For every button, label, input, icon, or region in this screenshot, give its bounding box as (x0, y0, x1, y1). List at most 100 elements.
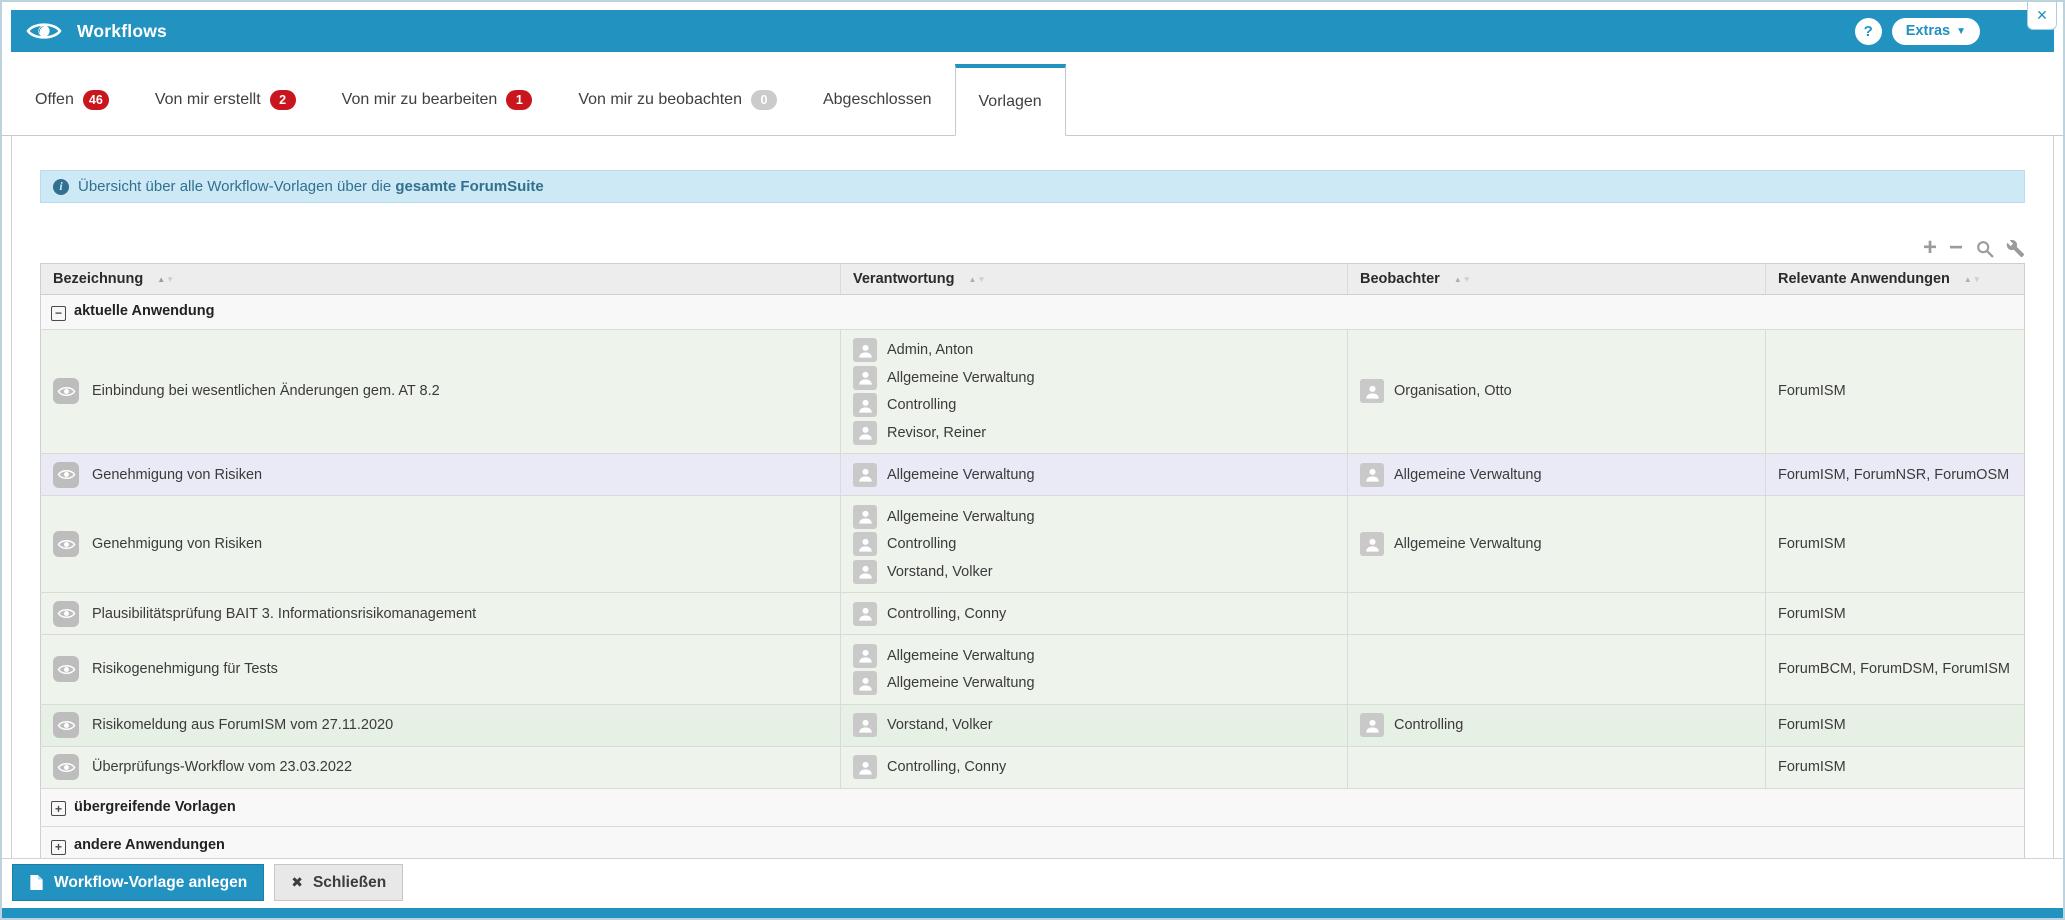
tab-von-mir-zu-beobachten[interactable]: Von mir zu beobachten 0 (555, 64, 800, 135)
observer-entry: Organisation, Otto (1360, 379, 1753, 404)
window-title: Workflows (77, 20, 167, 41)
close-dialog-button[interactable]: ✖ Schließen (274, 864, 404, 901)
collapse-all-minus-icon[interactable]: − (1949, 236, 1963, 260)
wrench-icon[interactable] (2006, 239, 2025, 258)
table-row[interactable]: Risikomeldung aus ForumISM vom 27.11.202… (40, 704, 2025, 746)
content-panel: i Übersicht über alle Workflow-Vorlagen … (11, 136, 2054, 858)
table-header: Bezeichnung ▲▼ Verantwortung ▲▼ Beobacht… (40, 263, 2025, 295)
person-icon (853, 559, 877, 584)
footer: Workflow-Vorlage anlegen ✖ Schließen (2, 858, 2063, 906)
person-name: Allgemeine Verwaltung (887, 675, 1035, 691)
person-name: Controlling (1394, 717, 1464, 733)
column-header-relevante-anwendungen[interactable]: Relevante Anwendungen ▲▼ (1765, 263, 2025, 295)
relevant-apps: ForumISM, ForumNSR, ForumOSM (1778, 466, 2010, 483)
tab-vorlagen[interactable]: Vorlagen (954, 64, 1066, 136)
table-row[interactable]: Überprüfungs-Workflow vom 23.03.2022 Cont… (40, 746, 2025, 788)
column-header-beobachter[interactable]: Beobachter ▲▼ (1347, 263, 1766, 295)
column-header-verantwortung[interactable]: Verantwortung ▲▼ (840, 263, 1348, 295)
cell-relevante-anwendungen: ForumISM (1765, 592, 2025, 635)
create-workflow-template-button[interactable]: Workflow-Vorlage anlegen (12, 864, 265, 901)
tab-offen[interactable]: Offen 46 (12, 64, 132, 135)
person-name: Vorstand, Volker (887, 563, 993, 580)
person-icon (853, 755, 877, 779)
group-row[interactable]: + übergreifende Vorlagen (40, 788, 2025, 827)
expand-group-icon[interactable]: + (51, 839, 66, 855)
tab-label: Offen (35, 90, 74, 108)
responsible-entry: Vorstand, Volker (853, 559, 1335, 584)
titlebar-wrap: Workflows ? Extras ▼ (2, 2, 2063, 52)
person-name: Allgemeine Verwaltung (887, 369, 1035, 386)
cell-bezeichnung: Genehmigung von Risiken (40, 453, 841, 496)
cell-relevante-anwendungen: ForumISM, ForumNSR, ForumOSM (1765, 453, 2025, 496)
person-icon (853, 532, 877, 556)
group-cell: + andere Anwendungen (40, 826, 2025, 858)
responsible-entry: Controlling (853, 393, 1335, 417)
workflow-eye-icon (53, 600, 79, 627)
cell-relevante-anwendungen: ForumISM (1765, 746, 2025, 788)
table-row[interactable]: Risikogenehmigung für Tests Allgemeine Ve… (40, 634, 2025, 704)
workflow-name: Einbindung bei wesentlichen Änderungen g… (92, 383, 440, 400)
responsible-entry: Controlling, Conny (853, 601, 1335, 626)
person-name: Allgemeine Verwaltung (887, 647, 1035, 664)
group-row[interactable]: + andere Anwendungen (40, 826, 2025, 858)
observer-entry: Controlling (1360, 713, 1753, 737)
table-row[interactable]: Einbindung bei wesentlichen Änderungen g… (40, 329, 2025, 454)
workflow-eye-icon (53, 461, 79, 488)
table-row[interactable]: Genehmigung von Risiken Allgemeine Verwal… (40, 453, 2025, 496)
collapse-group-icon[interactable]: − (51, 305, 66, 321)
cell-bezeichnung: Genehmigung von Risiken (40, 495, 841, 593)
close-window-button[interactable]: ✕ (2027, 2, 2057, 30)
expand-group-icon[interactable]: + (51, 801, 66, 816)
person-icon (853, 462, 877, 487)
search-icon[interactable] (1975, 239, 1994, 258)
workflow-name-wrap: Einbindung bei wesentlichen Änderungen g… (53, 378, 828, 405)
column-header-bezeichnung[interactable]: Bezeichnung ▲▼ (40, 263, 841, 295)
sort-icons: ▲▼ (157, 275, 176, 284)
expand-all-plus-icon[interactable]: + (1923, 236, 1937, 260)
cell-verantwortung: Allgemeine Verwaltung Controlling Vorstand… (840, 495, 1348, 593)
person-icon (853, 338, 877, 362)
bottom-bar (2, 908, 2063, 918)
relevant-apps: ForumISM (1778, 383, 1846, 400)
person-name: Revisor, Reiner (887, 424, 987, 441)
workflow-name-wrap: Genehmigung von Risiken (53, 461, 828, 488)
table-row[interactable]: Genehmigung von Risiken Allgemeine Verwal… (40, 495, 2025, 593)
cell-relevante-anwendungen: ForumISM (1765, 329, 2025, 454)
group-row[interactable]: − aktuelle Anwendung (40, 294, 2025, 329)
table-toolbar: + − (40, 236, 2025, 260)
person-icon (853, 601, 877, 626)
tab-abgeschlossen[interactable]: Abgeschlossen (800, 64, 955, 135)
group-label: aktuelle Anwendung (74, 303, 215, 319)
info-banner-text: Übersicht über alle Workflow-Vorlagen üb… (78, 178, 544, 195)
relevant-apps: ForumISM (1778, 605, 1846, 622)
workflow-eye-icon (53, 531, 79, 557)
group-label: übergreifende Vorlagen (74, 798, 236, 815)
extras-label: Extras (1905, 23, 1951, 39)
table-row[interactable]: Plausibilitätsprüfung BAIT 3. Informatio… (40, 592, 2025, 635)
relevant-apps: ForumISM (1778, 536, 1846, 552)
workflow-name-wrap: Risikogenehmigung für Tests (53, 656, 828, 683)
tab-label: Abgeschlossen (822, 90, 932, 108)
tab-label: Von mir zu beobachten (578, 90, 742, 108)
tab-von-mir-erstellt[interactable]: Von mir erstellt 2 (132, 64, 319, 135)
workflow-eye-icon (53, 712, 79, 738)
chevron-down-icon: ▼ (1956, 25, 1966, 37)
cell-beobachter (1347, 746, 1766, 788)
tab-badge: 46 (82, 89, 109, 110)
workflows-window: Workflows ? Extras ▼ ✕ Offen 46 Von mir er… (0, 0, 2065, 920)
person-icon (853, 504, 877, 529)
cell-bezeichnung: Überprüfungs-Workflow vom 23.03.2022 (40, 746, 841, 788)
person-icon (1360, 379, 1384, 404)
workflow-name-wrap: Genehmigung von Risiken (53, 531, 828, 557)
extras-button[interactable]: Extras ▼ (1891, 17, 1980, 45)
tab-von-mir-zu-bearbeiten[interactable]: Von mir zu bearbeiten 1 (319, 64, 556, 135)
help-button[interactable]: ? (1854, 17, 1882, 45)
person-icon (853, 420, 877, 445)
responsible-entry: Allgemeine Verwaltung (853, 643, 1335, 668)
person-icon (853, 365, 877, 390)
workflow-name: Risikogenehmigung für Tests (92, 661, 278, 678)
info-banner: i Übersicht über alle Workflow-Vorlagen … (40, 170, 2025, 203)
person-name: Controlling (887, 397, 957, 413)
person-icon (853, 713, 877, 737)
group-label: andere Anwendungen (74, 837, 225, 853)
